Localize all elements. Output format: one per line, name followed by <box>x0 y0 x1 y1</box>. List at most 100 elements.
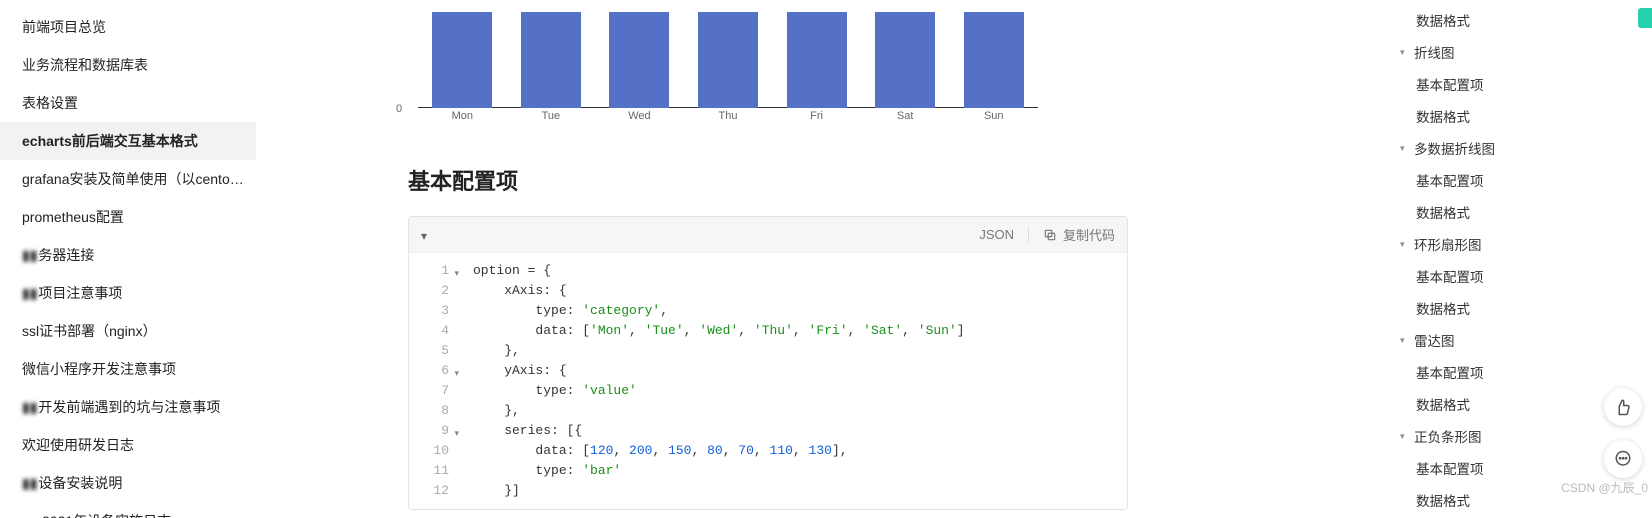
copy-code-button[interactable]: 复制代码 <box>1043 225 1115 244</box>
main-content: 0 MonTueWedThuFriSatSun 基本配置项 ▾ JSON 复制代… <box>256 0 1392 518</box>
line-number: 1▾ <box>409 261 449 281</box>
line-number: 4 <box>409 321 449 341</box>
code-line[interactable]: series: [{ <box>473 421 1127 441</box>
code-header: ▾ JSON 复制代码 <box>409 217 1127 253</box>
fold-toggle[interactable]: ▾ <box>454 264 459 284</box>
chevron-down-icon: ▾ <box>1400 335 1410 346</box>
bar <box>609 12 669 108</box>
bar-group-fri: Fri <box>772 12 861 108</box>
sidebar-item-9[interactable]: 微信小程序开发注意事项 <box>0 350 256 388</box>
toc-item-1[interactable]: ▾ 折线图 <box>1392 36 1592 68</box>
sidebar-item-7[interactable]: ▮▮项目注意事项 <box>0 274 256 312</box>
bar-label: Mon <box>452 110 473 122</box>
sidebar-item-0[interactable]: 前端项目总览 <box>0 8 256 46</box>
line-number: 3 <box>409 301 449 321</box>
like-button[interactable] <box>1604 388 1642 426</box>
bar-group-tue: Tue <box>507 12 596 108</box>
line-number: 10 <box>409 441 449 461</box>
code-language-label: JSON <box>979 227 1014 242</box>
sidebar-item-11[interactable]: 欢迎使用研发日志 <box>0 426 256 464</box>
line-number: 11 <box>409 461 449 481</box>
bar-group-wed: Wed <box>595 12 684 108</box>
code-block: ▾ JSON 复制代码 1▾23456▾789▾101112 option = … <box>408 216 1128 510</box>
toc-item-12[interactable]: 数据格式 <box>1392 388 1592 420</box>
bar <box>875 12 935 108</box>
copy-icon <box>1043 228 1057 242</box>
bar-label: Fri <box>810 110 823 122</box>
comment-button[interactable] <box>1604 440 1642 478</box>
sidebar-item-4[interactable]: grafana安装及简单使用（以centos7... <box>0 160 256 198</box>
bar-label: Sat <box>897 110 914 122</box>
right-rail: CSDN @九辰_0 <box>1592 0 1652 518</box>
toc-item-7[interactable]: ▾环形扇形图 <box>1392 228 1592 260</box>
left-sidebar: 前端项目总览业务流程和数据库表表格设置echarts前后端交互基本格式grafa… <box>0 0 256 518</box>
toc-item-5[interactable]: 基本配置项 <box>1392 164 1592 196</box>
bar <box>964 12 1024 108</box>
code-line[interactable]: }] <box>473 481 1127 501</box>
bar-label: Tue <box>542 110 561 122</box>
line-number: 6▾ <box>409 361 449 381</box>
divider <box>1028 227 1029 243</box>
chevron-down-icon: ▾ <box>1400 47 1410 58</box>
line-number: 12 <box>409 481 449 501</box>
toc-item-6[interactable]: 数据格式 <box>1392 196 1592 228</box>
sidebar-item-1[interactable]: 业务流程和数据库表 <box>0 46 256 84</box>
bar <box>521 12 581 108</box>
line-number: 7 <box>409 381 449 401</box>
bar-group-sat: Sat <box>861 12 950 108</box>
bar <box>698 12 758 108</box>
toc-item-10[interactable]: ▾ 雷达图 <box>1392 324 1592 356</box>
blurred-text: ▮▮ <box>22 285 37 302</box>
code-line[interactable]: type: 'value' <box>473 381 1127 401</box>
line-number: 2 <box>409 281 449 301</box>
toc-item-13[interactable]: ▾正负条形图 <box>1392 420 1592 452</box>
code-line[interactable]: }, <box>473 341 1127 361</box>
section-heading: 基本配置项 <box>408 164 1368 196</box>
blurred-text: ▮▮ <box>22 247 37 264</box>
bar-label: Sun <box>984 110 1004 122</box>
sidebar-item-2[interactable]: 表格设置 <box>0 84 256 122</box>
code-line[interactable]: type: 'bar' <box>473 461 1127 481</box>
toc-item-4[interactable]: ▾多数据折线图 <box>1392 132 1592 164</box>
sidebar-item-5[interactable]: prometheus配置 <box>0 198 256 236</box>
toc-label: 雷达图 <box>1414 330 1455 350</box>
toc-label: 环形扇形图 <box>1414 234 1482 254</box>
toc-item-3[interactable]: 数据格式 <box>1392 100 1592 132</box>
code-line[interactable]: xAxis: { <box>473 281 1127 301</box>
code-line[interactable]: data: ['Mon', 'Tue', 'Wed', 'Thu', 'Fri'… <box>473 321 1127 341</box>
code-line[interactable]: option = { <box>473 261 1127 281</box>
code-line[interactable]: type: 'category', <box>473 301 1127 321</box>
code-collapse-toggle[interactable]: ▾ <box>421 229 427 243</box>
toc-item-9[interactable]: 数据格式 <box>1392 292 1592 324</box>
fold-toggle[interactable]: ▾ <box>454 424 459 444</box>
watermark: CSDN @九辰_0 <box>1561 479 1648 496</box>
sidebar-item-8[interactable]: ssl证书部署（nginx） <box>0 312 256 350</box>
line-number: 8 <box>409 401 449 421</box>
sidebar-item-13[interactable]: 2021年设备实施日志 <box>0 502 256 518</box>
toc-item-2[interactable]: 基本配置项 <box>1392 68 1592 100</box>
sidebar-item-10[interactable]: ▮▮开发前端遇到的坑与注意事项 <box>0 388 256 426</box>
bar-chart: 0 MonTueWedThuFriSatSun <box>408 0 1048 122</box>
dock-icon[interactable] <box>1638 8 1652 28</box>
toc-item-11[interactable]: 基本配置项 <box>1392 356 1592 388</box>
code-body: 1▾23456▾789▾101112 option = { xAxis: { t… <box>409 253 1127 509</box>
bar <box>787 12 847 108</box>
bar-group-mon: Mon <box>418 12 507 108</box>
bar-label: Wed <box>628 110 650 122</box>
code-line[interactable]: data: [120, 200, 150, 80, 70, 110, 130], <box>473 441 1127 461</box>
chevron-down-icon: ▾ <box>1400 143 1410 154</box>
blurred-text: ▮▮ <box>22 475 37 492</box>
sidebar-item-6[interactable]: ▮▮务器连接 <box>0 236 256 274</box>
bar-group-sun: Sun <box>949 12 1038 108</box>
toc-item-8[interactable]: 基本配置项 <box>1392 260 1592 292</box>
toc-label: 折线图 <box>1414 42 1455 62</box>
fold-toggle[interactable]: ▾ <box>454 364 459 384</box>
chat-icon <box>1614 450 1632 468</box>
chevron-down-icon: ▾ <box>1400 431 1410 442</box>
toc-item-0[interactable]: 数据格式 <box>1392 4 1592 36</box>
code-line[interactable]: }, <box>473 401 1127 421</box>
sidebar-item-12[interactable]: ▮▮设备安装说明 <box>0 464 256 502</box>
code-line[interactable]: yAxis: { <box>473 361 1127 381</box>
right-toc: 数据格式▾折线图基本配置项数据格式▾多数据折线图基本配置项数据格式▾环形扇形图基… <box>1392 0 1592 518</box>
sidebar-item-3[interactable]: echarts前后端交互基本格式 <box>0 122 256 160</box>
